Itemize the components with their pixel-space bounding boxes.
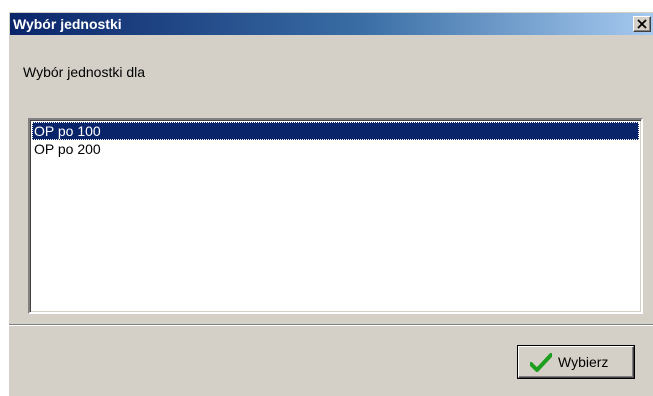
separator — [9, 324, 653, 326]
select-button[interactable]: Wybierz — [517, 345, 635, 379]
dialog-window: Wybór jednostki Wybór jednostki dla OP p… — [8, 11, 653, 396]
title-bar[interactable]: Wybór jednostki — [10, 13, 653, 35]
close-button[interactable] — [633, 16, 651, 32]
select-button-label: Wybierz — [558, 354, 609, 370]
window-title: Wybór jednostki — [13, 16, 122, 32]
list-item[interactable]: OP po 100 — [32, 122, 639, 140]
unit-listbox[interactable]: OP po 100 OP po 200 — [28, 118, 643, 314]
checkmark-icon — [530, 353, 552, 372]
prompt-label: Wybór jednostki dla — [23, 64, 146, 80]
list-item[interactable]: OP po 200 — [32, 140, 639, 158]
close-icon — [637, 19, 647, 29]
